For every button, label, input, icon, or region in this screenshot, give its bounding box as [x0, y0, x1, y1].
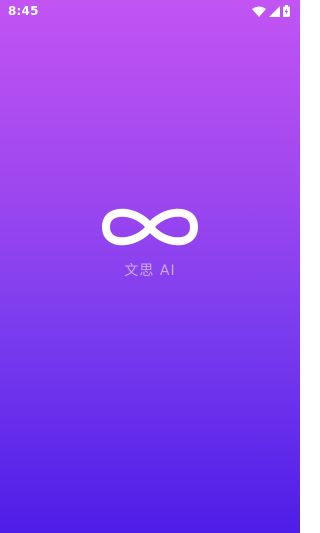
- cell-signal-icon: [269, 5, 280, 17]
- splash-center: 文思 AI: [0, 200, 300, 280]
- splash-screen: 8:45 文思 AI: [0, 0, 300, 533]
- status-bar: 8:45: [0, 0, 300, 22]
- status-icons: [252, 5, 290, 17]
- battery-icon: [283, 5, 290, 17]
- wifi-icon: [252, 6, 266, 17]
- app-name: 文思 AI: [124, 263, 176, 279]
- status-time: 8:45: [8, 4, 39, 18]
- infinity-icon: [98, 200, 202, 254]
